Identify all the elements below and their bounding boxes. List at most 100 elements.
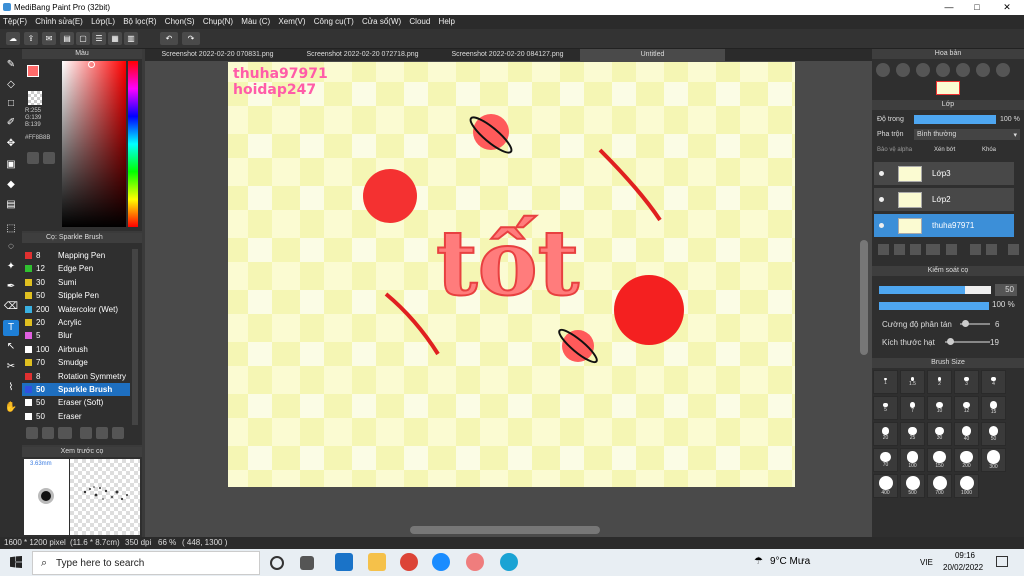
menu-select[interactable]: Chọn(S)	[162, 15, 198, 28]
tab-untitled[interactable]: Untitled	[580, 49, 725, 61]
tab-screenshot-3[interactable]: Screenshot 2022-02-20 084127.png	[435, 49, 580, 61]
document-icon[interactable]: ▢	[76, 32, 90, 45]
tab-screenshot-1[interactable]: Screenshot 2022-02-20 070831.png	[145, 49, 290, 61]
page-icon[interactable]: ▤	[60, 32, 74, 45]
redo-icon[interactable]: ↷	[182, 32, 200, 45]
eyedropper-icon[interactable]: ⌇	[3, 380, 19, 396]
brush-size-cell[interactable]: 1.5	[900, 370, 925, 394]
brush-size-cell[interactable]: 30	[927, 422, 952, 446]
layer-folder-icon[interactable]	[946, 244, 957, 255]
menu-snap[interactable]: Chụp(N)	[200, 15, 236, 28]
brush-item[interactable]: 8 Rotation Symmetry	[22, 370, 130, 383]
menu-window[interactable]: Cửa sổ(W)	[359, 15, 404, 28]
undo-icon[interactable]: ↶	[160, 32, 178, 45]
pen-tool-icon[interactable]: ✐	[3, 115, 19, 131]
brush-copy-icon[interactable]	[112, 427, 124, 439]
navigator-thumbnail[interactable]	[936, 81, 960, 95]
menu-color[interactable]: Màu (C)	[238, 15, 273, 28]
actual-size-icon[interactable]	[936, 63, 950, 77]
menu-view[interactable]: Xem(V)	[275, 15, 308, 28]
protect-alpha-checkbox[interactable]: Bảo vệ alpha	[877, 147, 912, 153]
brush-item[interactable]: 8 Mapping Pen	[22, 249, 130, 262]
cloud-icon[interactable]: ☁	[6, 32, 20, 45]
bucket-tool-icon[interactable]: ◆	[3, 177, 19, 193]
brush-size-cell[interactable]: 70	[873, 448, 898, 472]
fill-tool-icon[interactable]: ▣	[3, 157, 19, 173]
visibility-icon[interactable]	[879, 197, 884, 202]
rect-tool-icon[interactable]: □	[3, 96, 19, 112]
minimize-button[interactable]: —	[934, 0, 964, 15]
rotate-right-icon[interactable]	[976, 63, 990, 77]
gradient-tool-icon[interactable]: ▤	[3, 197, 19, 213]
operation-tool-icon[interactable]: ↖	[3, 339, 19, 355]
brush-size-cell[interactable]: 40	[954, 422, 979, 446]
hand-tool-icon[interactable]: ✋	[3, 400, 19, 416]
list-icon[interactable]: ☰	[92, 32, 106, 45]
menu-tools[interactable]: Công cụ(T)	[311, 15, 357, 28]
select-pen-icon[interactable]: ✒	[3, 279, 19, 295]
brush-opacity-bar[interactable]	[879, 302, 989, 310]
divide-tool-icon[interactable]: ✂	[3, 359, 19, 375]
brush-size-cell[interactable]: 50	[981, 422, 1006, 446]
delete-layer-icon[interactable]	[1008, 244, 1019, 255]
brush-item[interactable]: 50 Sparkle Brush	[22, 383, 130, 396]
magic-wand-icon[interactable]: ✦	[3, 259, 19, 275]
brush-size-cell[interactable]: 20	[873, 422, 898, 446]
horizontal-scrollbar[interactable]	[410, 526, 600, 534]
brush-size-cell[interactable]: 4	[981, 370, 1006, 394]
layer-row[interactable]: Lớp3	[874, 162, 1014, 186]
select-eraser-icon[interactable]: ⌫	[3, 299, 19, 315]
brush-size-cell[interactable]: 300	[981, 448, 1006, 472]
chrome-icon[interactable]	[400, 553, 418, 571]
brush-page-icon[interactable]	[80, 427, 92, 439]
close-button[interactable]: ✕	[992, 0, 1022, 15]
menu-layer[interactable]: Lớp(L)	[88, 15, 118, 28]
brush-size-bar[interactable]	[879, 286, 965, 294]
brush-item[interactable]: 30 Sumi	[22, 276, 130, 289]
brush-item[interactable]: 70 Smudge	[22, 356, 130, 369]
add-layer-menu-icon[interactable]	[926, 244, 940, 255]
medibang-icon[interactable]	[466, 553, 484, 571]
cortana-icon[interactable]	[270, 556, 284, 570]
grid-icon[interactable]: ▦	[108, 32, 122, 45]
brush-size-value[interactable]: 50	[995, 284, 1017, 296]
foreground-color-swatch[interactable]	[27, 65, 39, 77]
brush-menu-icon[interactable]	[58, 427, 72, 439]
brush-item[interactable]: 100 Airbrush	[22, 343, 130, 356]
zoom-in-icon[interactable]	[876, 63, 890, 77]
weather-icon[interactable]: ☂	[754, 556, 763, 567]
transparent-swatch[interactable]	[28, 91, 42, 105]
color-picker-cursor[interactable]	[88, 61, 95, 68]
scatter-slider-thumb[interactable]	[962, 320, 969, 327]
brush-list-scrollbar[interactable]	[132, 249, 138, 425]
saturation-value-picker[interactable]	[62, 61, 126, 227]
file-explorer-icon[interactable]	[368, 553, 386, 571]
task-view-icon[interactable]	[300, 556, 314, 570]
brush-tool-icon[interactable]: ✎	[3, 57, 19, 73]
brush-item[interactable]: 50 Eraser (Soft)	[22, 396, 130, 409]
brush-item[interactable]: 12 Edge Pen	[22, 262, 130, 275]
share-icon[interactable]: ⇪	[24, 32, 38, 45]
layer-row[interactable]: thuha97971	[874, 214, 1014, 238]
eraser-tool-icon[interactable]: ◇	[3, 77, 19, 93]
language-indicator[interactable]: VIE	[920, 558, 933, 567]
brush-size-cell[interactable]: 200	[954, 448, 979, 472]
brush-size-cell[interactable]: 25	[900, 422, 925, 446]
brush-item[interactable]: 5 Blur	[22, 329, 130, 342]
menu-filter[interactable]: Bộ lọc(R)	[120, 15, 159, 28]
duplicate-layer-icon[interactable]	[970, 244, 981, 255]
notification-icon[interactable]	[996, 556, 1008, 567]
clock-time[interactable]: 09:16	[952, 551, 978, 560]
text-tool-icon[interactable]: T	[3, 320, 19, 336]
brush-item[interactable]: 200 Watercolor (Wet)	[22, 303, 130, 316]
visibility-icon[interactable]	[879, 171, 884, 176]
comment-icon[interactable]: ✉	[42, 32, 56, 45]
menu-edit[interactable]: Chỉnh sửa(E)	[32, 15, 86, 28]
rotate-left-icon[interactable]	[956, 63, 970, 77]
weather-text[interactable]: 9°C Mưa	[770, 556, 810, 567]
brush-folder-icon[interactable]	[96, 427, 108, 439]
palette-icon[interactable]	[27, 152, 39, 164]
merge-layer-icon[interactable]	[986, 244, 997, 255]
mail-icon[interactable]	[335, 553, 353, 571]
brush-size-cell[interactable]: 400	[873, 474, 898, 498]
